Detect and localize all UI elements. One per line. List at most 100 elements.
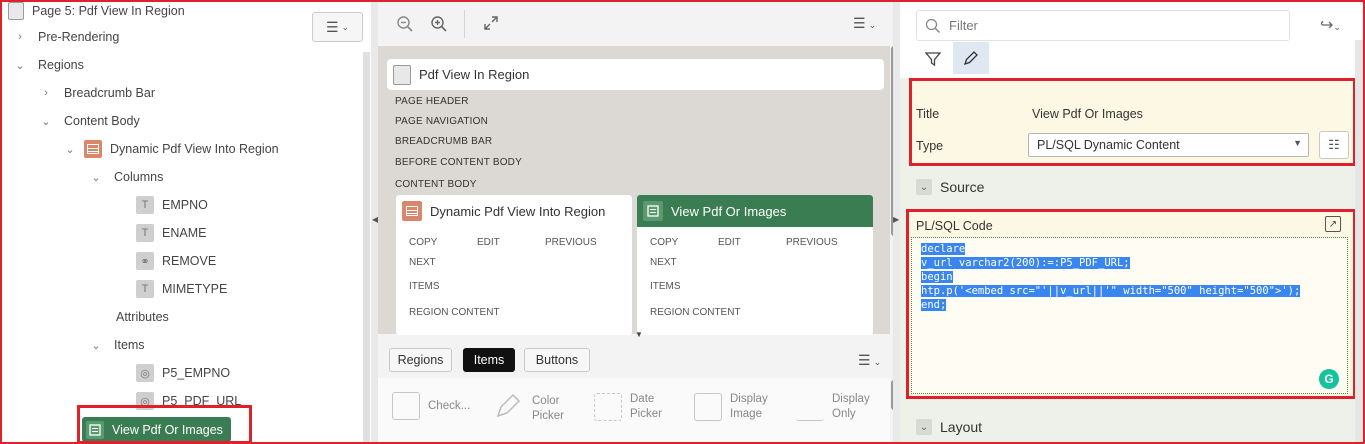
tree-node-label: ENAME <box>162 226 207 240</box>
tree-node-column-empno[interactable]: T EMPNO <box>136 194 208 216</box>
zoom-out-icon[interactable] <box>396 15 414 38</box>
gallery-item-display-image[interactable]: Display Image <box>694 392 768 422</box>
tree-node-pre-rendering[interactable]: › Pre-Rendering <box>14 26 119 48</box>
tree-node-columns[interactable]: ⌄ Columns <box>90 166 163 188</box>
canvas-resize-arrow-icon[interactable]: ▼ <box>635 330 643 339</box>
tree-node-column-mimetype[interactable]: T MIMETYPE <box>136 278 227 300</box>
slot-edit[interactable]: EDIT <box>718 237 741 248</box>
chevron-down-icon: ⌄ <box>91 171 101 184</box>
slot-region-content[interactable]: REGION CONTENT <box>409 307 500 318</box>
chevron-down-icon: ⌄ <box>341 21 350 32</box>
link-column-icon: ⚭ <box>136 252 154 270</box>
panel-splitter-right[interactable]: ▶ <box>893 0 900 444</box>
slot-copy[interactable]: COPY <box>409 237 437 248</box>
layout-region-dynamic[interactable]: Dynamic Pdf View Into Region COPY EDIT P… <box>396 195 632 335</box>
chevron-down-icon: ⌄ <box>41 115 51 128</box>
text-column-icon: T <box>136 196 154 214</box>
region-header: Dynamic Pdf View Into Region <box>396 195 632 227</box>
tab-buttons[interactable]: Buttons <box>524 348 590 372</box>
gallery-item-label: Display <box>832 393 870 405</box>
gallery-item-label: Picker <box>630 408 662 420</box>
highlight-box-tree <box>77 405 252 444</box>
slot-region-content[interactable]: REGION CONTENT <box>650 307 741 318</box>
slot-next[interactable]: NEXT <box>650 257 677 268</box>
layout-toolbar: ☰ ⌄ <box>378 0 900 46</box>
filter-input[interactable]: Filter <box>916 10 1290 41</box>
go-to-group-icon[interactable]: ↪⌄ <box>1320 15 1341 35</box>
tree-menu-button[interactable]: ☰ ⌄ <box>312 12 363 42</box>
gallery-item-label: Color <box>532 394 560 407</box>
layout-menu-icon[interactable]: ☰ ⌄ <box>853 15 876 32</box>
slot-previous[interactable]: PREVIOUS <box>786 237 838 248</box>
layout-region-view-pdf[interactable]: View Pdf Or Images COPY EDIT PREVIOUS NE… <box>637 195 873 335</box>
report-region-icon <box>84 140 102 158</box>
position-before-content-body: BEFORE CONTENT BODY <box>395 157 522 168</box>
tree-node-label: Attributes <box>116 310 169 324</box>
collapse-right-icon: ▶ <box>893 215 900 224</box>
hidden-item-icon: ◎ <box>136 364 154 382</box>
gallery-item-label: Only <box>832 408 856 420</box>
tab-items[interactable]: Items <box>463 348 515 372</box>
gallery-item-label: Date <box>630 393 655 405</box>
expand-icon[interactable] <box>483 15 499 36</box>
menu-icon: ☰ <box>325 18 339 35</box>
slot-next[interactable]: NEXT <box>409 257 436 268</box>
tree-node-items[interactable]: ⌄ Items <box>90 334 144 356</box>
chevron-down-icon: ⌄ <box>916 419 932 435</box>
tree-node-column-remove[interactable]: ⚭ REMOVE <box>136 250 216 272</box>
chevron-down-icon: ⌄ <box>916 179 932 195</box>
section-title: Source <box>940 179 985 195</box>
region-header: View Pdf Or Images <box>637 195 873 227</box>
gallery-item-date-picker[interactable]: Date Picker <box>594 392 662 422</box>
section-source[interactable]: ⌄ Source <box>909 173 1356 201</box>
chevron-down-icon: ⌄ <box>65 143 75 156</box>
tree-node-label: P5_EMPNO <box>162 366 231 380</box>
slot-previous[interactable]: PREVIOUS <box>545 237 597 248</box>
tree-node-content-body[interactable]: ⌄ Content Body <box>40 110 140 132</box>
panel-splitter-left[interactable]: ◀ <box>371 0 378 444</box>
tree-node-label: Content Body <box>64 114 140 128</box>
slot-items[interactable]: ITEMS <box>409 281 440 292</box>
zoom-in-icon[interactable] <box>430 15 448 38</box>
position-content-body: CONTENT BODY <box>395 179 477 190</box>
position-breadcrumb-bar: BREADCRUMB BAR <box>395 136 493 147</box>
section-title: Layout <box>940 419 983 435</box>
gallery-menu-icon[interactable]: ☰ ⌄ <box>858 352 881 369</box>
filter-icon[interactable] <box>918 44 948 74</box>
slot-items[interactable]: ITEMS <box>650 281 681 292</box>
slot-copy[interactable]: COPY <box>650 237 678 248</box>
gallery-item-checkbox[interactable]: Check... <box>392 392 470 420</box>
property-editor-panel: Filter ↪⌄ Title View Pdf Or Images Type … <box>900 0 1365 444</box>
slot-edit[interactable]: EDIT <box>477 237 500 248</box>
tab-regions[interactable]: Regions <box>389 348 452 372</box>
chevron-right-icon: › <box>18 31 22 43</box>
gallery-item-label: Check... <box>428 399 471 412</box>
tree-node-regions[interactable]: ⌄ Regions <box>14 54 83 76</box>
tree-node-label: Pre-Rendering <box>38 30 120 44</box>
pencil-icon[interactable] <box>953 42 989 74</box>
tree-node-breadcrumb-bar[interactable]: › Breadcrumb Bar <box>40 82 155 104</box>
rendering-tree-panel: Page 5: Pdf View In Region ☰ ⌄ › Pre-Rende… <box>0 0 371 444</box>
image-icon <box>694 393 722 421</box>
gallery-item-label: Picker <box>532 409 564 422</box>
region-title: Dynamic Pdf View Into Region <box>430 203 606 219</box>
text-column-icon: T <box>136 224 154 242</box>
property-scrollbar[interactable] <box>1355 40 1363 444</box>
tree-scrollbar[interactable] <box>363 52 370 444</box>
tree-node-dynamic-region[interactable]: ⌄ Dynamic Pdf View Into Region <box>64 138 279 160</box>
tree-node-label: Breadcrumb Bar <box>64 86 156 100</box>
gallery-item-display-only[interactable]: Display Only <box>796 392 870 422</box>
gallery-item-color-picker[interactable]: Color Picker <box>494 392 564 425</box>
tree-page-node[interactable]: Page 5: Pdf View In Region <box>8 0 185 22</box>
tree-node-column-ename[interactable]: T ENAME <box>136 222 206 244</box>
tree-node-label: Columns <box>114 170 164 184</box>
section-layout[interactable]: ⌄ Layout <box>909 413 1356 441</box>
tree-node-item-p5-empno[interactable]: ◎ P5_EMPNO <box>136 362 230 384</box>
layout-page-card[interactable]: Pdf View In Region <box>387 59 884 90</box>
checkbox-icon <box>392 392 420 420</box>
gallery-item-label: Display <box>730 393 768 405</box>
position-page-navigation: PAGE NAVIGATION <box>395 116 489 127</box>
filter-placeholder: Filter <box>949 18 978 33</box>
tree-node-attributes[interactable]: Attributes <box>116 306 169 328</box>
tree-node-label: MIMETYPE <box>162 282 228 296</box>
